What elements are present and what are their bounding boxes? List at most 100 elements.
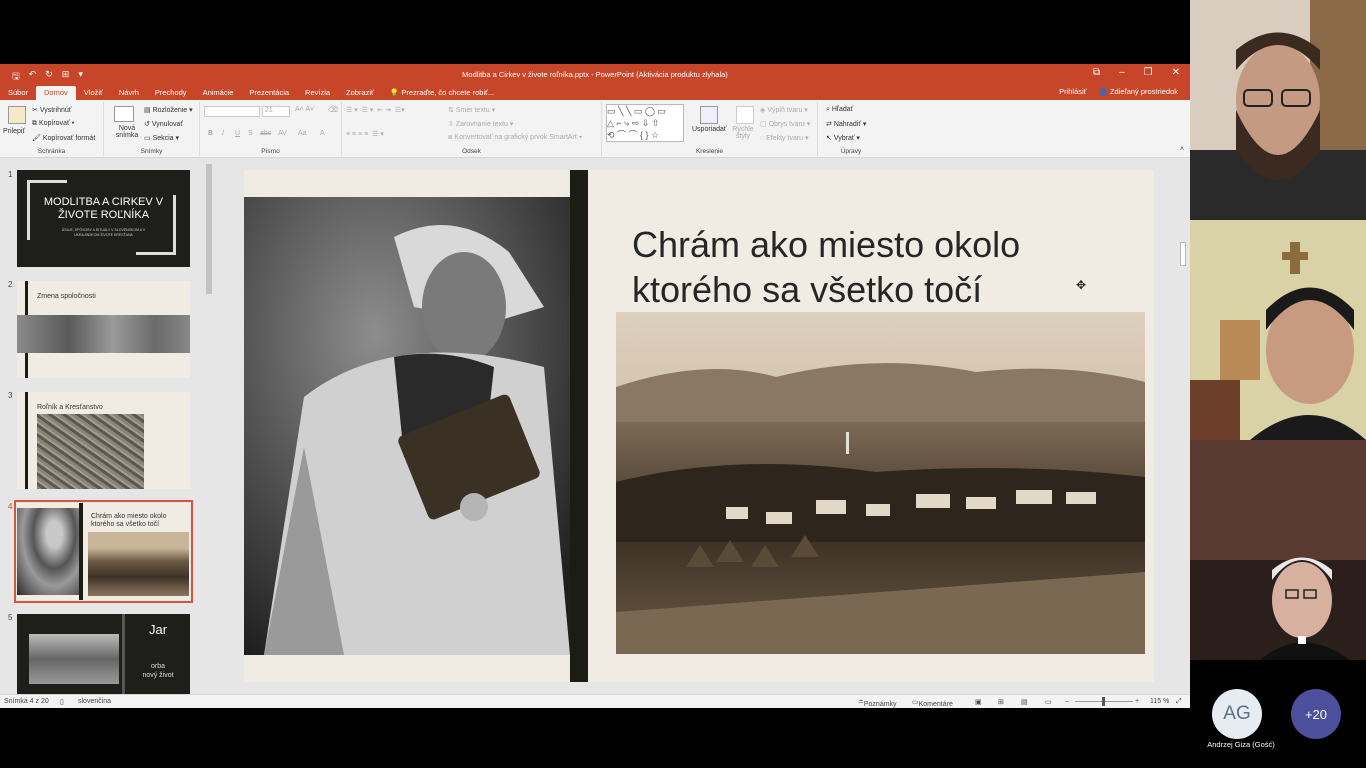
text-direction-button[interactable]: ⇅ Smer textu ▾ <box>448 106 495 114</box>
screen: 🖫 ↶ ↻ ⊞ ▾ Modlitba a Cirkev v živote roľ… <box>0 0 1366 768</box>
comments-button[interactable]: ▭ Komentáre <box>912 698 953 708</box>
grow-font-icon[interactable]: A˄ A˅ <box>295 106 314 113</box>
format-painter-button[interactable]: 🖌 Kopírovať formát <box>32 134 95 142</box>
thumbnail-slide-5[interactable]: Jar orba nový život <box>17 614 190 694</box>
participant-video-2 <box>1190 220 1366 440</box>
reset-label: Vynulovať <box>151 121 183 128</box>
shape-effects-button[interactable]: ◌ Efekty tvaru ▾ <box>760 134 809 142</box>
zoom-in-icon[interactable]: + <box>1135 698 1139 705</box>
select-button[interactable]: ↖ Vybrať ▾ <box>826 134 860 142</box>
replace-button[interactable]: ⇄ Nahradiť ▾ <box>826 120 866 128</box>
bullets-icon[interactable]: ☰ ▾ ☰ ▾ ⇤ ⇥ ☰▾ <box>346 106 405 114</box>
shape-fill-button[interactable]: ◈ Výplň tvaru ▾ <box>760 106 808 114</box>
slide-canvas[interactable]: Chrám ako miesto okolo ktorého sa všetko… <box>244 170 1154 682</box>
normal-view-icon[interactable]: ▣ <box>975 698 982 706</box>
font-size-input[interactable]: 21 <box>262 106 290 117</box>
shape-outline-button[interactable]: ▢ Obrys tvaru ▾ <box>760 120 810 128</box>
section-label: Sekcia <box>152 135 174 142</box>
signin-link[interactable]: Prihlásiť <box>1059 87 1086 96</box>
slide-scrollbar[interactable] <box>1178 158 1188 678</box>
find-label: Hľadať <box>831 106 854 113</box>
thumbnail-slide-2[interactable]: Zmena spoločnosti <box>17 281 190 378</box>
cut-label: Vystrihnúť <box>39 107 72 114</box>
window-title: Modlitba a Cirkev v živote roľníka.pptx … <box>462 70 728 79</box>
tab-transitions[interactable]: Prechody <box>147 86 195 100</box>
font-name-input[interactable] <box>204 106 260 117</box>
quick-styles-button[interactable]: Rýchle štýly <box>732 126 754 140</box>
text-direction-label: Smer textu <box>455 107 490 114</box>
language-indicator[interactable]: slovenčina <box>78 698 111 705</box>
zoom-slider-thumb[interactable] <box>1102 697 1105 706</box>
group-paragraph: ☰ ▾ ☰ ▾ ⇤ ⇥ ☰▾ ≡ ≡ ≡ ≡ ☰ ▾ ⇅ Smer textu … <box>342 102 602 156</box>
tab-file[interactable]: Súbor <box>0 86 36 100</box>
avatar[interactable]: AG <box>1212 689 1262 739</box>
maximize-icon[interactable]: ❐ <box>1144 67 1153 78</box>
reset-button[interactable]: ↺ Vynulovať <box>144 120 183 128</box>
tab-slideshow[interactable]: Prezentácia <box>241 86 297 100</box>
thumbnail-slide-1[interactable]: MODLITBA A CIRKEV V ŽIVOTE ROĽNÍKA ÚSILI… <box>17 170 190 267</box>
italic-button[interactable]: I <box>222 130 224 137</box>
minimize-icon[interactable]: – <box>1119 67 1125 78</box>
thumbnail-slide-4[interactable]: Chrám ako miesto okolo ktorého sa všetko… <box>14 500 193 603</box>
layout-button[interactable]: ▤ Rozloženie ▾ <box>144 106 193 114</box>
powerpoint-window: 🖫 ↶ ↻ ⊞ ▾ Modlitba a Cirkev v živote roľ… <box>0 64 1190 708</box>
slide-thumbnails-pane: 1 MODLITBA A CIRKEV V ŽIVOTE ROĽNÍKA ÚSI… <box>0 158 214 694</box>
new-slide-icon[interactable] <box>114 106 134 122</box>
scrollbar-thumb[interactable] <box>1180 242 1186 266</box>
close-icon[interactable]: ✕ <box>1172 67 1180 78</box>
zoom-out-icon[interactable]: – <box>1065 698 1069 705</box>
reading-view-icon[interactable]: ▤ <box>1021 698 1028 706</box>
shapes-gallery[interactable]: ▭ ╲ ╲ ▭ ◯ ▭ △ ⌐ ⤷ ⇨ ⇩ ⇧ ⟲ ⌒ ⌒ { } ☆ <box>606 104 684 142</box>
slideshow-view-icon[interactable]: ▭ <box>1045 698 1052 706</box>
section-button[interactable]: ▭ Sekcia ▾ <box>144 134 179 142</box>
thumbnail-slide-3[interactable]: Roľník a Kresťanstvo <box>17 392 190 489</box>
pointer-icon: ↖ <box>826 135 832 142</box>
clear-format-icon[interactable]: ⌫ <box>328 106 338 114</box>
group-label-drawing: Kreslenie <box>695 148 724 155</box>
arrange-icon[interactable] <box>700 106 718 124</box>
slide-title[interactable]: Chrám ako miesto okolo ktorého sa všetko… <box>632 222 1112 312</box>
notes-button[interactable]: ≐ Poznámky <box>858 698 897 708</box>
tab-view[interactable]: Zobraziť <box>338 86 382 100</box>
smartart-button[interactable]: ⧈ Konvertovať na grafický prvok SmartArt… <box>448 134 582 142</box>
group-font: 21 A˄ A˅ ⌫ B I U S abc AV Aa A Písmo <box>200 102 342 156</box>
replace-label: Nahradiť <box>833 121 861 128</box>
ribbon-display-icon[interactable]: ⧉ <box>1093 67 1100 78</box>
sorter-view-icon[interactable]: ⊞ <box>998 698 1004 706</box>
thumbnails-scrollbar[interactable] <box>204 158 214 694</box>
strike-button[interactable]: abc <box>260 130 271 137</box>
tab-insert[interactable]: Vložiť <box>76 86 111 100</box>
copy-button[interactable]: ⧉ Kopírovať ▾ <box>32 120 75 128</box>
paste-icon[interactable] <box>8 106 26 124</box>
share-button[interactable]: 👤 Zdieľaný prostriedok <box>1099 87 1179 96</box>
tab-animations[interactable]: Animácie <box>195 86 242 100</box>
collapse-ribbon-icon[interactable]: ˄ <box>1180 146 1184 153</box>
tab-review[interactable]: Revízia <box>297 86 338 100</box>
quick-styles-icon[interactable] <box>736 106 754 124</box>
spelling-icon[interactable]: ▯ <box>60 698 64 706</box>
shape-fill-label: Výplň tvaru <box>767 107 803 114</box>
case-button[interactable]: Aa <box>298 130 307 137</box>
align-text-button[interactable]: ⇳ Zarovnanie textu ▾ <box>448 120 513 128</box>
dark-accent-bar <box>570 170 588 682</box>
font-color-button[interactable]: A <box>320 130 325 137</box>
tab-design[interactable]: Návrh <box>111 86 147 100</box>
woman-reading-photo <box>244 197 570 655</box>
align-icons[interactable]: ≡ ≡ ≡ ≡ ☰ ▾ <box>346 130 384 138</box>
new-slide-button[interactable]: Nová snímka <box>112 125 142 139</box>
underline-button[interactable]: U <box>235 130 240 137</box>
select-label: Vybrať <box>833 135 855 142</box>
scrollbar-thumb[interactable] <box>206 164 212 294</box>
shadow-button[interactable]: S <box>248 130 253 137</box>
more-participants-button[interactable]: +20 <box>1291 689 1341 739</box>
arrange-button[interactable]: Usporiadať <box>692 126 727 133</box>
fit-slide-icon[interactable]: ⤢ <box>1176 698 1182 706</box>
tell-me-box[interactable]: 💡 Prezraďte, čo chcete robiť... <box>382 86 502 100</box>
zoom-level[interactable]: 115 % <box>1150 698 1169 705</box>
bold-button[interactable]: B <box>208 130 213 137</box>
tab-home[interactable]: Domov <box>36 86 76 100</box>
spacing-button[interactable]: AV <box>278 130 287 137</box>
find-button[interactable]: ⌕ Hľadať <box>826 106 853 114</box>
cut-button[interactable]: ✂ Vystrihnúť <box>32 106 71 114</box>
paste-button[interactable]: Prilepiť <box>3 128 25 135</box>
